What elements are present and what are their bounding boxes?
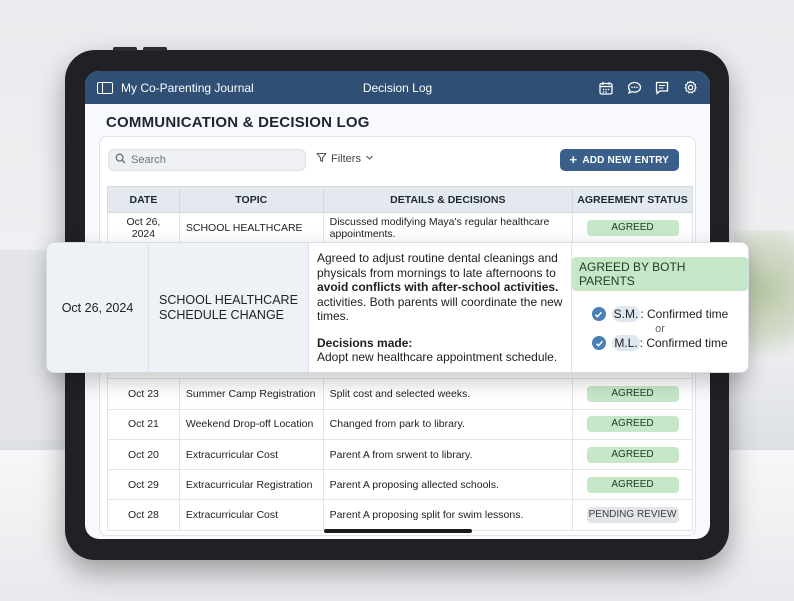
message-icon[interactable]	[654, 80, 670, 96]
header-agreement-status[interactable]: AGREEMENT STATUS	[572, 186, 693, 213]
entry-topic: SCHOOL HEALTHCARE SCHEDULE CHANGE	[149, 243, 309, 372]
entry-topic-line2: SCHEDULE CHANGE	[159, 307, 285, 322]
toolbar: Filters + ADD NEW ENTRY	[100, 137, 695, 181]
entry-topic-line1: SCHOOL HEALTHCARE	[159, 292, 298, 307]
search-box[interactable]	[108, 149, 306, 171]
entry-details-tail: activities. Both parents will coordinate…	[317, 294, 563, 324]
app-bar-actions	[598, 80, 698, 96]
row-date: Oct 21	[107, 408, 180, 440]
search-icon	[115, 151, 126, 169]
row-status: AGREED	[572, 408, 693, 440]
row-status: AGREED	[572, 378, 693, 410]
entry-status: AGREED BY BOTH PARENTS S.M.: Confirmed t…	[572, 243, 748, 372]
table-row[interactable]: Oct 23 Summer Camp Registration Split co…	[107, 378, 693, 410]
table-row[interactable]: Oct 26, 2024 SCHOOL HEALTHCARE Discussed…	[107, 211, 693, 244]
table-header-row: DATE TOPIC DETAILS & DECISIONS AGREEMENT…	[107, 186, 693, 213]
calendar-icon[interactable]	[598, 80, 614, 96]
status-badge: AGREED	[586, 416, 679, 433]
confirmation-parent-1: S.M.: Confirmed time	[591, 306, 729, 322]
or-separator: or	[655, 323, 665, 335]
check-circle-icon	[592, 336, 607, 350]
status-badge: AGREED BY BOTH PARENTS	[572, 257, 748, 291]
status-badge: AGREED	[586, 476, 679, 493]
row-date: Oct 26, 2024	[107, 211, 180, 244]
entry-date: Oct 26, 2024	[47, 243, 149, 372]
chat-icon[interactable]	[626, 80, 642, 96]
confirmation-text: : Confirmed time	[639, 336, 728, 350]
home-indicator	[324, 529, 472, 533]
status-badge: AGREED	[586, 385, 679, 402]
parent-initials: M.L.	[612, 335, 640, 351]
add-new-entry-label: ADD NEW ENTRY	[582, 154, 669, 166]
gear-icon[interactable]	[682, 80, 698, 96]
row-topic: SCHOOL HEALTHCARE	[178, 211, 324, 244]
row-status: AGREED	[572, 211, 693, 244]
table-row[interactable]: Oct 20 Extracurricular Cost Parent A fro…	[107, 438, 693, 471]
row-topic: Summer Camp Registration	[178, 378, 324, 410]
row-date: Oct 29	[107, 469, 180, 501]
row-topic: Extracurricular Cost	[178, 499, 324, 531]
app-bar: My Co-Parenting Journal Decision Log	[85, 71, 710, 104]
row-details: Changed from park to library.	[322, 408, 574, 440]
header-topic[interactable]: TOPIC	[178, 186, 324, 213]
tablet-volume-button	[143, 47, 167, 51]
sidebar-icon[interactable]	[97, 81, 113, 94]
check-circle-icon	[591, 307, 606, 321]
filters-label: Filters	[331, 153, 361, 165]
row-date: Oct 23	[107, 378, 180, 410]
table-row[interactable]: Oct 28 Extracurricular Cost Parent A pro…	[107, 499, 693, 531]
row-details: Discussed modifying Maya's regular healt…	[322, 211, 574, 244]
row-topic: Extracurricular Cost	[178, 438, 324, 471]
row-details: Parent A from srwent to library.	[322, 438, 574, 471]
status-badge: PENDING REVIEW	[586, 507, 679, 524]
row-status: AGREED	[572, 469, 693, 501]
row-date: Oct 20	[107, 438, 180, 471]
header-date[interactable]: DATE	[107, 186, 180, 213]
entry-details: Agreed to adjust routine dental cleaning…	[309, 243, 572, 372]
header-details[interactable]: DETAILS & DECISIONS	[322, 186, 574, 213]
filter-icon	[316, 152, 327, 166]
row-date: Oct 28	[107, 499, 180, 531]
plus-icon: +	[569, 152, 578, 167]
row-topic: Extracurricular Registration	[178, 469, 324, 501]
confirmation-text: : Confirmed time	[640, 307, 729, 321]
table-row[interactable]: Oct 29 Extracurricular Registration Pare…	[107, 469, 693, 501]
row-details: Parent A proposing split for swim lesson…	[322, 499, 574, 531]
row-status: PENDING REVIEW	[572, 499, 693, 531]
app-title: My Co-Parenting Journal	[121, 80, 254, 95]
page-title: COMMUNICATION & DECISION LOG	[106, 114, 370, 131]
status-badge: AGREED	[586, 219, 679, 236]
row-topic: Weekend Drop-off Location	[178, 408, 324, 440]
row-status: AGREED	[572, 438, 693, 471]
parent-initials: S.M.	[611, 306, 641, 322]
entry-details-highlight: avoid conflicts with after-school activi…	[317, 280, 559, 294]
row-details: Split cost and selected weeks.	[322, 378, 574, 410]
decisions-label: Decisions made:	[317, 335, 413, 350]
confirmation-parent-2: M.L.: Confirmed time	[592, 335, 728, 351]
row-details: Parent A proposing allected schools.	[322, 469, 574, 501]
add-new-entry-button[interactable]: + ADD NEW ENTRY	[559, 149, 679, 171]
status-badge: AGREED	[586, 446, 679, 463]
search-input[interactable]	[131, 154, 291, 166]
chevron-down-icon	[365, 153, 374, 165]
expanded-entry-card[interactable]: Oct 26, 2024 SCHOOL HEALTHCARE SCHEDULE …	[46, 242, 749, 373]
decisions-text: Adopt new healthcare appointment schedul…	[317, 350, 558, 364]
entry-details-lead: Agreed to adjust routine dental cleaning…	[317, 251, 558, 280]
tablet-volume-button	[113, 47, 137, 51]
filters-button[interactable]: Filters	[316, 152, 374, 166]
table-row[interactable]: Oct 21 Weekend Drop-off Location Changed…	[107, 408, 693, 440]
